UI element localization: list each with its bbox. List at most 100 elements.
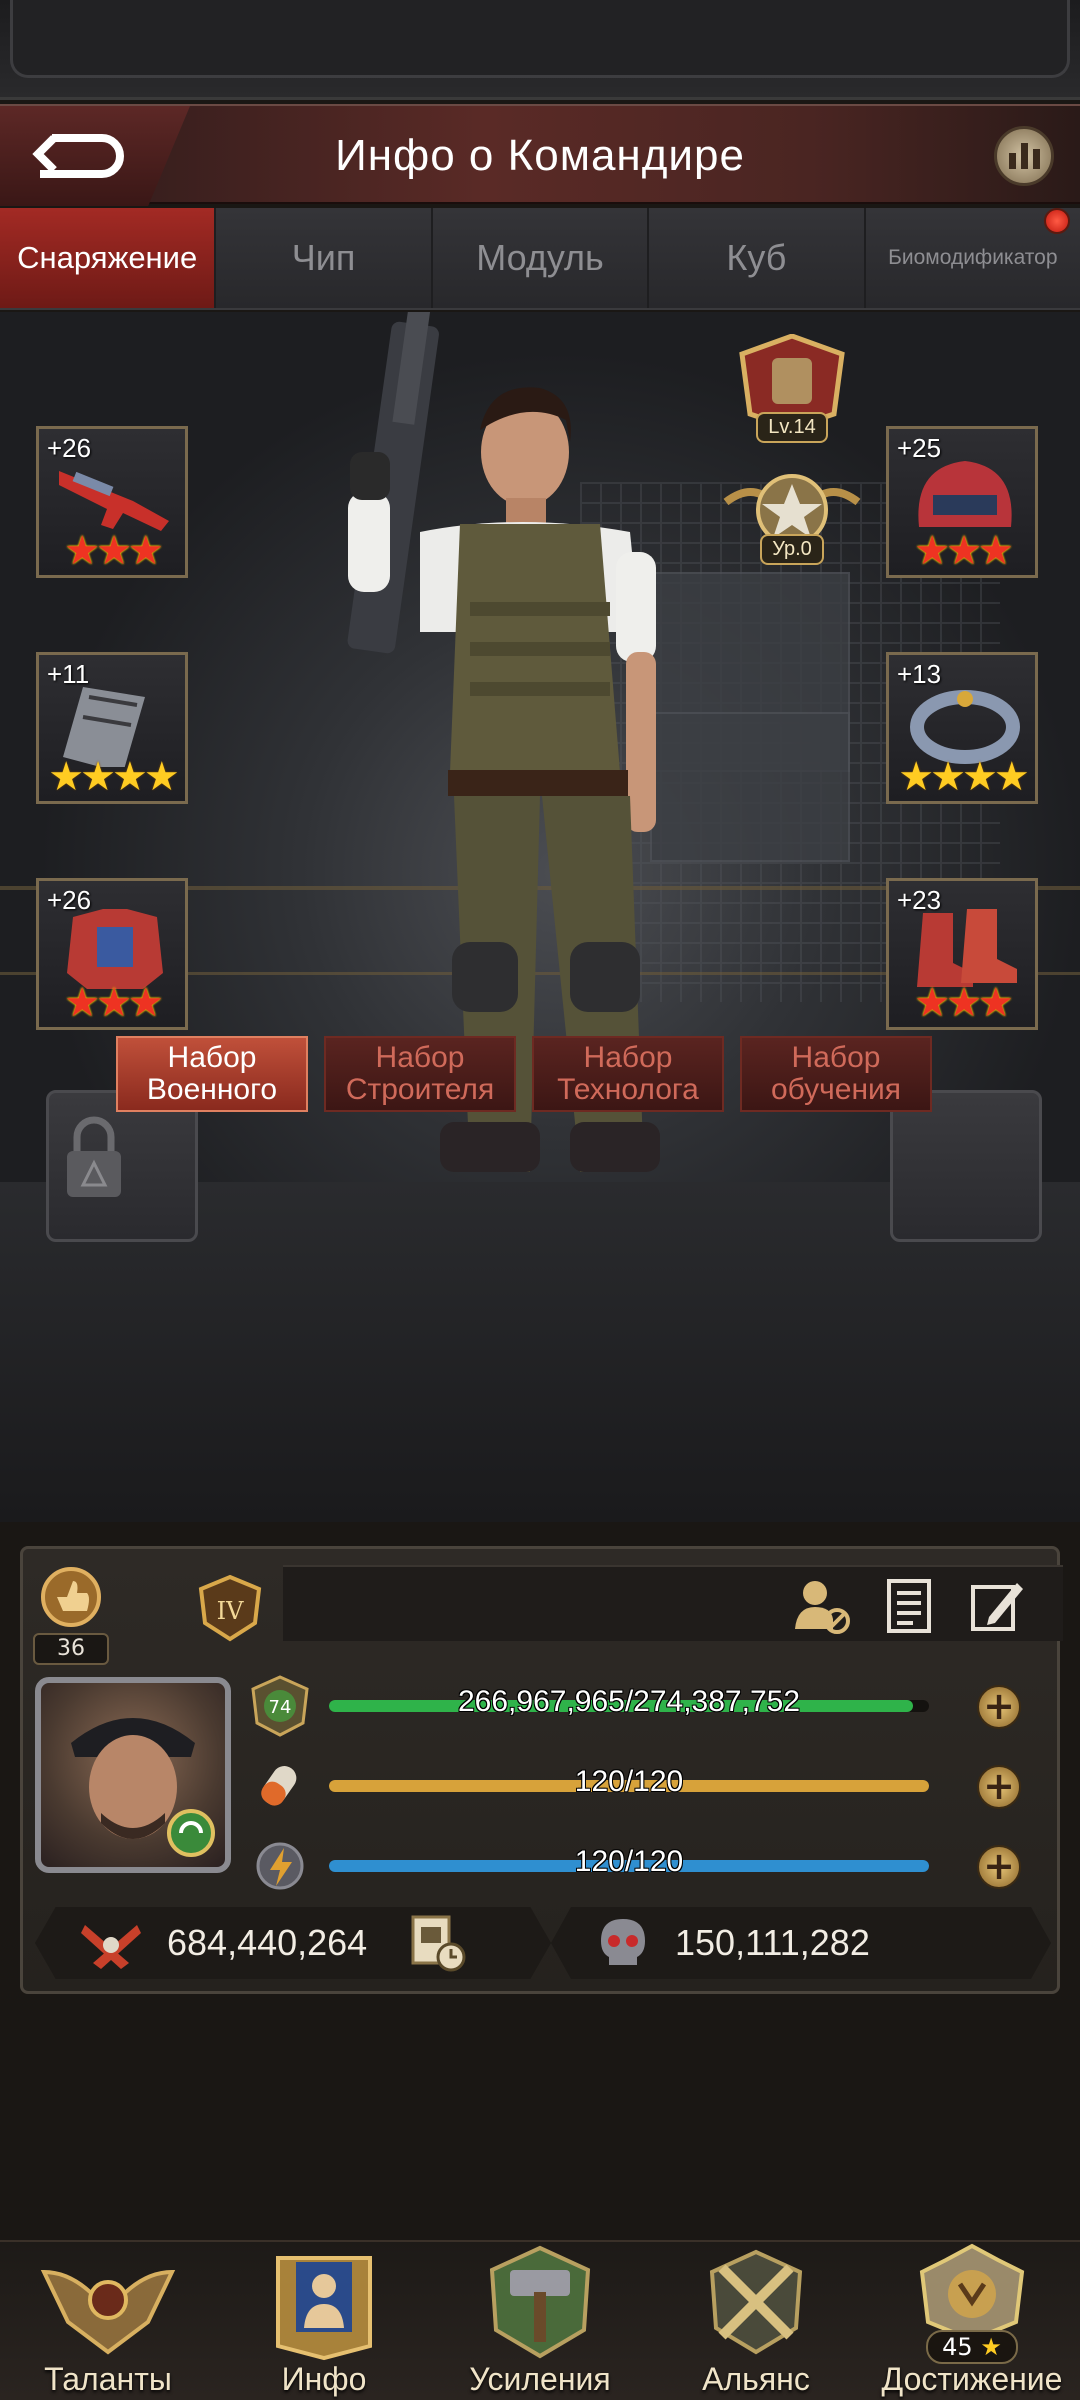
back-button[interactable] — [0, 106, 190, 206]
level-emblem-icon: 74 — [251, 1675, 309, 1737]
stamina-value: 120/120 — [574, 1765, 684, 1798]
kills-value: 150,111,282 — [675, 1922, 870, 1963]
stamina-icon-wrap — [249, 1755, 311, 1817]
power-history-icon — [411, 1915, 466, 1972]
energy-value: 120/120 — [574, 1845, 684, 1878]
kit-military-button[interactable]: Набор Военного — [116, 1036, 308, 1112]
equip-bonus: +13 — [897, 659, 942, 689]
kit-buttons: Набор Военного Набор Строителя Набор Технол… — [116, 1036, 932, 1112]
skull-icon — [601, 1919, 645, 1965]
tab-equipment[interactable]: Снаряжение — [0, 208, 217, 308]
rank-shield-icon: IV — [198, 1574, 262, 1642]
avatar-face-icon — [71, 1718, 215, 1857]
stats-button[interactable] — [994, 126, 1054, 186]
power-box[interactable]: 684,440,264 — [35, 1907, 551, 1979]
add-energy-button[interactable]: + — [977, 1845, 1021, 1889]
stamina-capsule-icon — [261, 1766, 297, 1806]
back-arrow-icon — [32, 134, 124, 178]
nav-achievement-label: Достижение — [881, 2361, 1063, 2397]
notification-dot — [1044, 208, 1071, 234]
equip-slot-locked[interactable] — [46, 1090, 198, 1242]
equip-slot-helmet[interactable]: +25 ★★★ — [886, 426, 1038, 578]
nav-alliance[interactable]: Альянс — [648, 2242, 864, 2400]
equip-stars: ★★★★ — [898, 754, 1029, 800]
boosts-icon — [489, 2245, 591, 2359]
info-icon — [276, 2256, 372, 2361]
likes-count: 36 — [33, 1633, 109, 1665]
equip-stars: ★★★ — [914, 980, 1014, 1026]
rank-level-badge[interactable]: Ур.0 — [722, 472, 862, 565]
tab-module[interactable]: Модуль — [432, 208, 650, 308]
kit-training-button[interactable]: Набор обучения — [740, 1036, 932, 1112]
equip-slot-armor[interactable]: +26 ★★★ — [36, 878, 188, 1030]
equip-slot-weapon[interactable]: +26 ★★★ — [36, 426, 188, 578]
lock-icon — [67, 1116, 121, 1197]
equip-bonus: +26 — [47, 433, 92, 463]
bottom-nav: Таланты Инфо Усиления Альянс 45 ★ Достиж… — [0, 2240, 1080, 2400]
equip-bonus: +26 — [47, 885, 92, 915]
nav-info-label: Инфо — [281, 2361, 367, 2397]
gear-level-badge[interactable]: Lv.14 — [734, 334, 850, 443]
nav-info[interactable]: Инфо — [216, 2242, 432, 2400]
talents-icon — [40, 2269, 176, 2355]
achievement-count: 45 ★ — [926, 2330, 1018, 2364]
block-user-icon — [795, 1581, 850, 1634]
edit-icon — [971, 1583, 1023, 1631]
bar-chart-icon — [1008, 153, 1016, 169]
equip-stars: ★★★ — [64, 528, 164, 574]
commander-avatar[interactable] — [35, 1677, 231, 1873]
kills-box[interactable]: 150,111,282 — [551, 1907, 1051, 1979]
nav-achievement[interactable]: 45 ★ Достижение — [864, 2242, 1080, 2400]
experience-value: 266,967,965/274,387,752 — [458, 1685, 800, 1718]
edit-button[interactable] — [967, 1575, 1027, 1635]
nav-boosts[interactable]: Усиления — [432, 2242, 648, 2400]
equip-slot-ring[interactable]: +13 ★★★★ — [886, 652, 1038, 804]
equip-bonus: +25 — [897, 433, 942, 463]
add-experience-button[interactable]: + — [977, 1685, 1021, 1729]
document-icon — [887, 1579, 931, 1633]
tab-biomodifier-label: Биомодификатор — [888, 246, 1058, 269]
svg-text:74: 74 — [269, 1697, 292, 1718]
energy-icon-wrap — [249, 1835, 311, 1897]
likes-widget[interactable]: 36 — [33, 1567, 109, 1665]
equip-bonus: +23 — [897, 885, 942, 915]
header: Инфо о Командире — [0, 104, 1080, 206]
commander-scene: +26 ★★★ +11 ★★★★ +26 ★★★ +25 ★★★ +13 ★★★… — [0, 312, 1080, 1522]
nav-talents[interactable]: Таланты — [0, 2242, 216, 2400]
equip-stars: ★★★ — [64, 980, 164, 1026]
equip-stars: ★★★★ — [48, 754, 179, 800]
page-title: Инфо о Командире — [335, 131, 745, 180]
tab-chip[interactable]: Чип — [216, 208, 433, 308]
profile-actions — [791, 1575, 1027, 1635]
details-button[interactable] — [879, 1575, 939, 1635]
add-stamina-button[interactable]: + — [977, 1765, 1021, 1809]
equip-stars: ★★★ — [914, 528, 1014, 574]
tab-biomodifier[interactable]: Биомодификатор — [865, 208, 1080, 308]
tab-cube[interactable]: Куб — [649, 208, 866, 308]
rank-level-label: Ур.0 — [760, 534, 824, 565]
equip-slot-magazine[interactable]: +11 ★★★★ — [36, 652, 188, 804]
nav-talents-label: Таланты — [44, 2361, 172, 2397]
alliance-icon — [709, 2249, 803, 2355]
svg-text:IV: IV — [217, 1597, 244, 1625]
commander-info-panel: 36 IV 74 266,967,965/274,387,752 + 120/1… — [20, 1546, 1063, 1994]
achievement-icon — [919, 2243, 1025, 2342]
lightning-icon — [256, 1842, 304, 1890]
kit-technologist-button[interactable]: Набор Технолога — [532, 1036, 724, 1112]
crossed-guns-icon — [81, 1925, 141, 1969]
equip-slot-empty[interactable] — [890, 1090, 1042, 1242]
nav-boosts-label: Усиления — [469, 2361, 611, 2397]
block-user-button[interactable] — [791, 1575, 851, 1635]
equip-slot-boots[interactable]: +23 ★★★ — [886, 878, 1038, 1030]
gear-level-label: Lv.14 — [756, 412, 828, 443]
rank-emblem[interactable]: IV — [195, 1573, 265, 1647]
level-badge: 74 — [249, 1675, 311, 1737]
nav-alliance-label: Альянс — [702, 2361, 810, 2397]
stamina-row: 120/120 + — [249, 1755, 1049, 1815]
power-value: 684,440,264 — [167, 1922, 368, 1963]
thumbs-up-icon — [41, 1567, 101, 1627]
experience-row: 74 266,967,965/274,387,752 + — [249, 1675, 1049, 1737]
energy-row: 120/120 + — [249, 1835, 1049, 1895]
top-frame — [0, 0, 1080, 100]
kit-builder-button[interactable]: Набор Строителя — [324, 1036, 516, 1112]
